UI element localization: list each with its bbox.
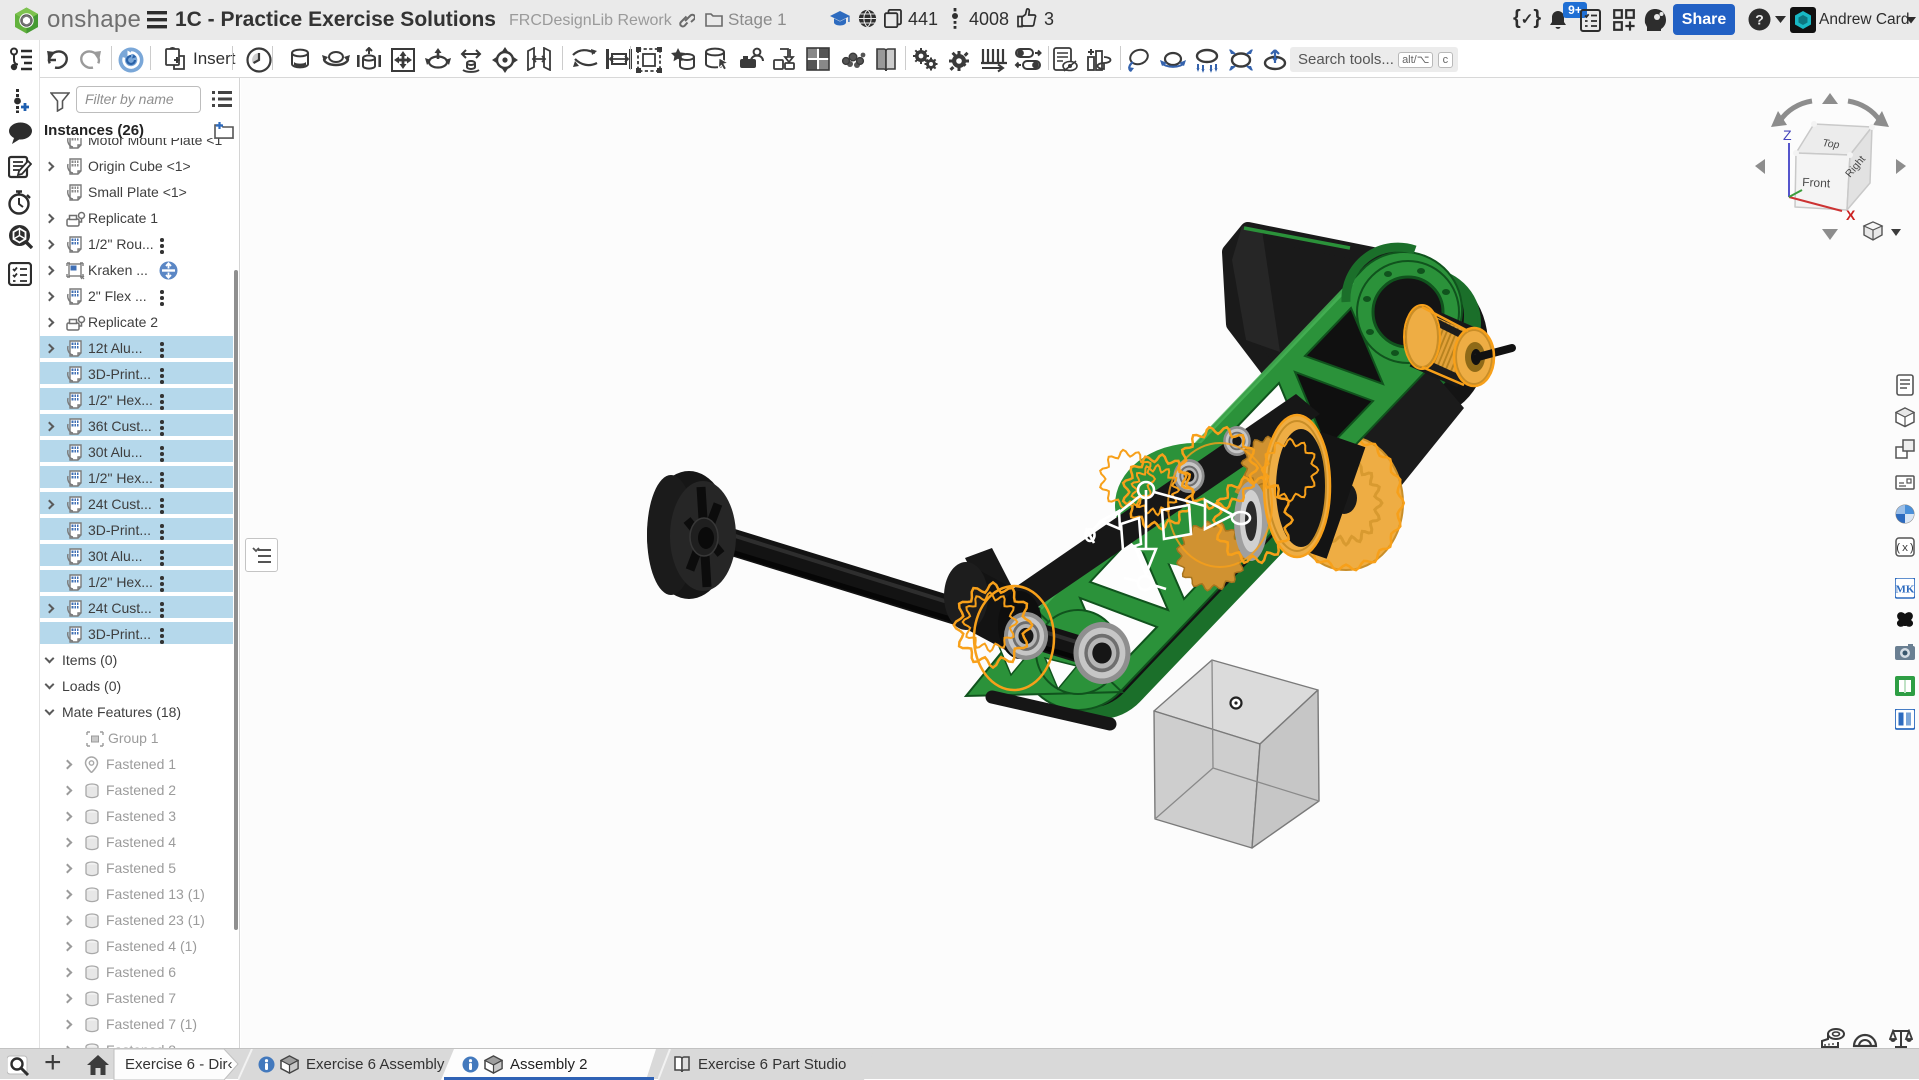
- svg-text:Front: Front: [1802, 175, 1831, 190]
- svg-text:Top: Top: [1822, 137, 1841, 151]
- svg-text:?: ?: [1755, 12, 1764, 28]
- svg-text:MK: MK: [1896, 584, 1915, 596]
- svg-text:Z: Z: [1783, 127, 1792, 143]
- svg-text:(x): (x): [1895, 543, 1915, 555]
- svg-text:X: X: [1846, 207, 1856, 223]
